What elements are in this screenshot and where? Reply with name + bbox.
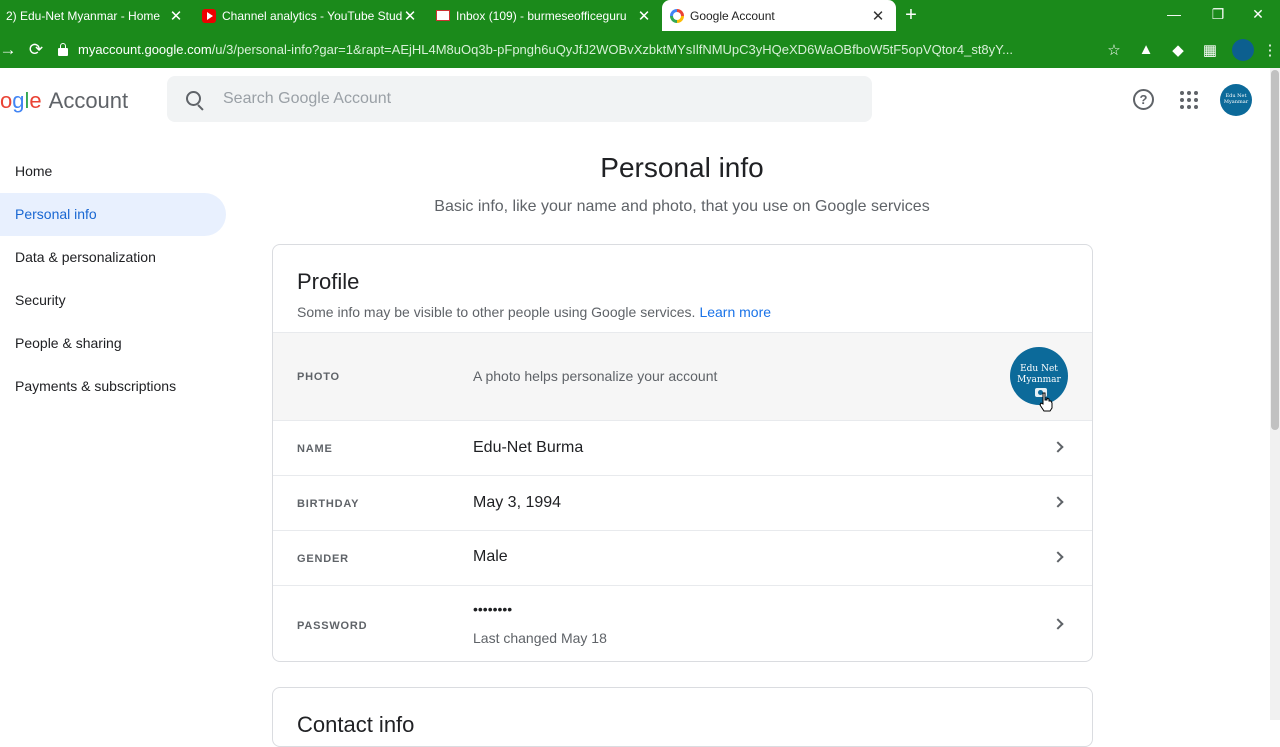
tab-title: Channel analytics - YouTube Studio xyxy=(222,8,402,23)
password-label: PASSWORD xyxy=(297,620,368,632)
name-value: Edu-Net Burma xyxy=(473,439,584,456)
url-host: myaccount.google.com xyxy=(78,42,212,57)
photo-label: PHOTO xyxy=(297,371,340,383)
menu-icon[interactable]: ⋮ xyxy=(1260,41,1280,59)
help-icon[interactable]: ? xyxy=(1133,89,1154,110)
youtube-icon xyxy=(202,8,216,23)
search-icon[interactable] xyxy=(167,76,223,122)
sidebar-item-data-personalization[interactable]: Data & personalization xyxy=(0,236,226,279)
contact-info-card: Contact info xyxy=(272,687,1093,747)
bookmark-star-icon[interactable]: ☆ xyxy=(1098,41,1130,59)
photo-row[interactable]: PHOTO A photo helps personalize your acc… xyxy=(273,332,1092,420)
birthday-row[interactable]: BIRTHDAY May 3, 1994 xyxy=(273,475,1092,530)
tab-close-icon[interactable]: ✕ xyxy=(636,7,652,25)
reading-list-icon[interactable]: ▦ xyxy=(1194,41,1226,59)
account-header: ogleAccount ? Edu Net Myanmar xyxy=(0,68,1270,132)
reload-icon[interactable]: ⟳ xyxy=(22,40,50,60)
tab-youtube-studio[interactable]: Channel analytics - YouTube Studio ✕ xyxy=(194,0,428,31)
page-title: Personal info xyxy=(600,152,764,183)
restore-button[interactable]: ❐ xyxy=(1196,0,1240,31)
tab-title: Inbox (109) - burmeseofficeguru xyxy=(456,8,627,23)
search-input[interactable] xyxy=(223,90,823,108)
window-close-button[interactable]: ✕ xyxy=(1236,0,1280,31)
minimize-button[interactable]: — xyxy=(1152,0,1196,31)
password-row[interactable]: PASSWORD •••••••• Last changed May 18 xyxy=(273,585,1092,661)
contact-info-title: Contact info xyxy=(297,712,415,737)
sidebar-item-payments[interactable]: Payments & subscriptions xyxy=(0,365,226,408)
chevron-right-icon xyxy=(1052,441,1064,453)
sidebar-nav: Home Personal info Data & personalizatio… xyxy=(0,150,226,408)
chevron-right-icon xyxy=(1052,496,1064,508)
sidebar-item-security[interactable]: Security xyxy=(0,279,226,322)
tab-close-icon[interactable]: ✕ xyxy=(168,7,184,25)
tab-title: 2) Edu-Net Myanmar - Home xyxy=(6,8,161,23)
google-account-logo[interactable]: ogle Account xyxy=(0,88,128,114)
search-box[interactable] xyxy=(167,76,872,122)
birthday-value: May 3, 1994 xyxy=(473,494,562,511)
gender-row[interactable]: GENDER Male xyxy=(273,530,1092,585)
name-label: NAME xyxy=(297,443,333,455)
gender-value: Male xyxy=(473,548,508,565)
profile-card-description: Some info may be visible to other people… xyxy=(297,304,772,320)
google-icon xyxy=(670,8,684,23)
learn-more-link[interactable]: Learn more xyxy=(699,304,771,320)
tab-close-icon[interactable]: ✕ xyxy=(870,7,886,25)
chevron-right-icon xyxy=(1052,551,1064,563)
address-bar-row: → ⟳ myaccount.google.com/u/3/personal-in… xyxy=(0,31,1280,68)
profile-card: Profile Some info may be visible to othe… xyxy=(272,244,1093,662)
hand-cursor-icon xyxy=(1039,392,1053,412)
sidebar-item-home[interactable]: Home xyxy=(0,150,226,193)
tab-title: Google Account xyxy=(690,8,775,23)
gmail-icon xyxy=(436,10,450,21)
browser-tab-bar: 2) Edu-Net Myanmar - Home ✕ Channel anal… xyxy=(0,0,1280,31)
tab-gmail-inbox[interactable]: Inbox (109) - burmeseofficeguru ✕ xyxy=(428,0,662,31)
account-avatar[interactable]: Edu Net Myanmar xyxy=(1220,84,1252,116)
password-value: •••••••• xyxy=(473,601,513,617)
thumbs-up-extension-icon[interactable]: ▲ xyxy=(1130,41,1162,58)
tab-google-account[interactable]: Google Account ✕ xyxy=(662,0,896,31)
sidebar-item-people-sharing[interactable]: People & sharing xyxy=(0,322,226,365)
lock-icon xyxy=(58,42,68,56)
page-scrollbar[interactable] xyxy=(1270,68,1280,720)
url-field[interactable]: myaccount.google.com/u/3/personal-info?g… xyxy=(58,42,1098,57)
page-subtitle: Basic info, like your name and photo, th… xyxy=(434,198,930,215)
chevron-right-icon xyxy=(1052,618,1064,630)
new-tab-button[interactable]: + xyxy=(896,0,926,31)
profile-card-title: Profile xyxy=(297,269,360,294)
forward-icon[interactable]: → xyxy=(0,40,22,60)
tab-edu-net-home[interactable]: 2) Edu-Net Myanmar - Home ✕ xyxy=(0,0,194,31)
extension-icon[interactable]: ◆ xyxy=(1162,41,1194,59)
password-last-changed: Last changed May 18 xyxy=(473,630,607,646)
gender-label: GENDER xyxy=(297,553,349,565)
apps-grid-icon[interactable] xyxy=(1180,91,1198,109)
scrollbar-thumb[interactable] xyxy=(1271,70,1279,430)
tab-close-icon[interactable]: ✕ xyxy=(402,7,418,25)
photo-hint: A photo helps personalize your account xyxy=(473,368,718,384)
url-path: /u/3/personal-info?gar=1&rapt=AEjHL4M8uO… xyxy=(211,42,1013,57)
name-row[interactable]: NAME Edu-Net Burma xyxy=(273,420,1092,475)
profile-avatar-icon[interactable] xyxy=(1232,38,1254,61)
birthday-label: BIRTHDAY xyxy=(297,498,360,510)
sidebar-item-personal-info[interactable]: Personal info xyxy=(0,193,226,236)
